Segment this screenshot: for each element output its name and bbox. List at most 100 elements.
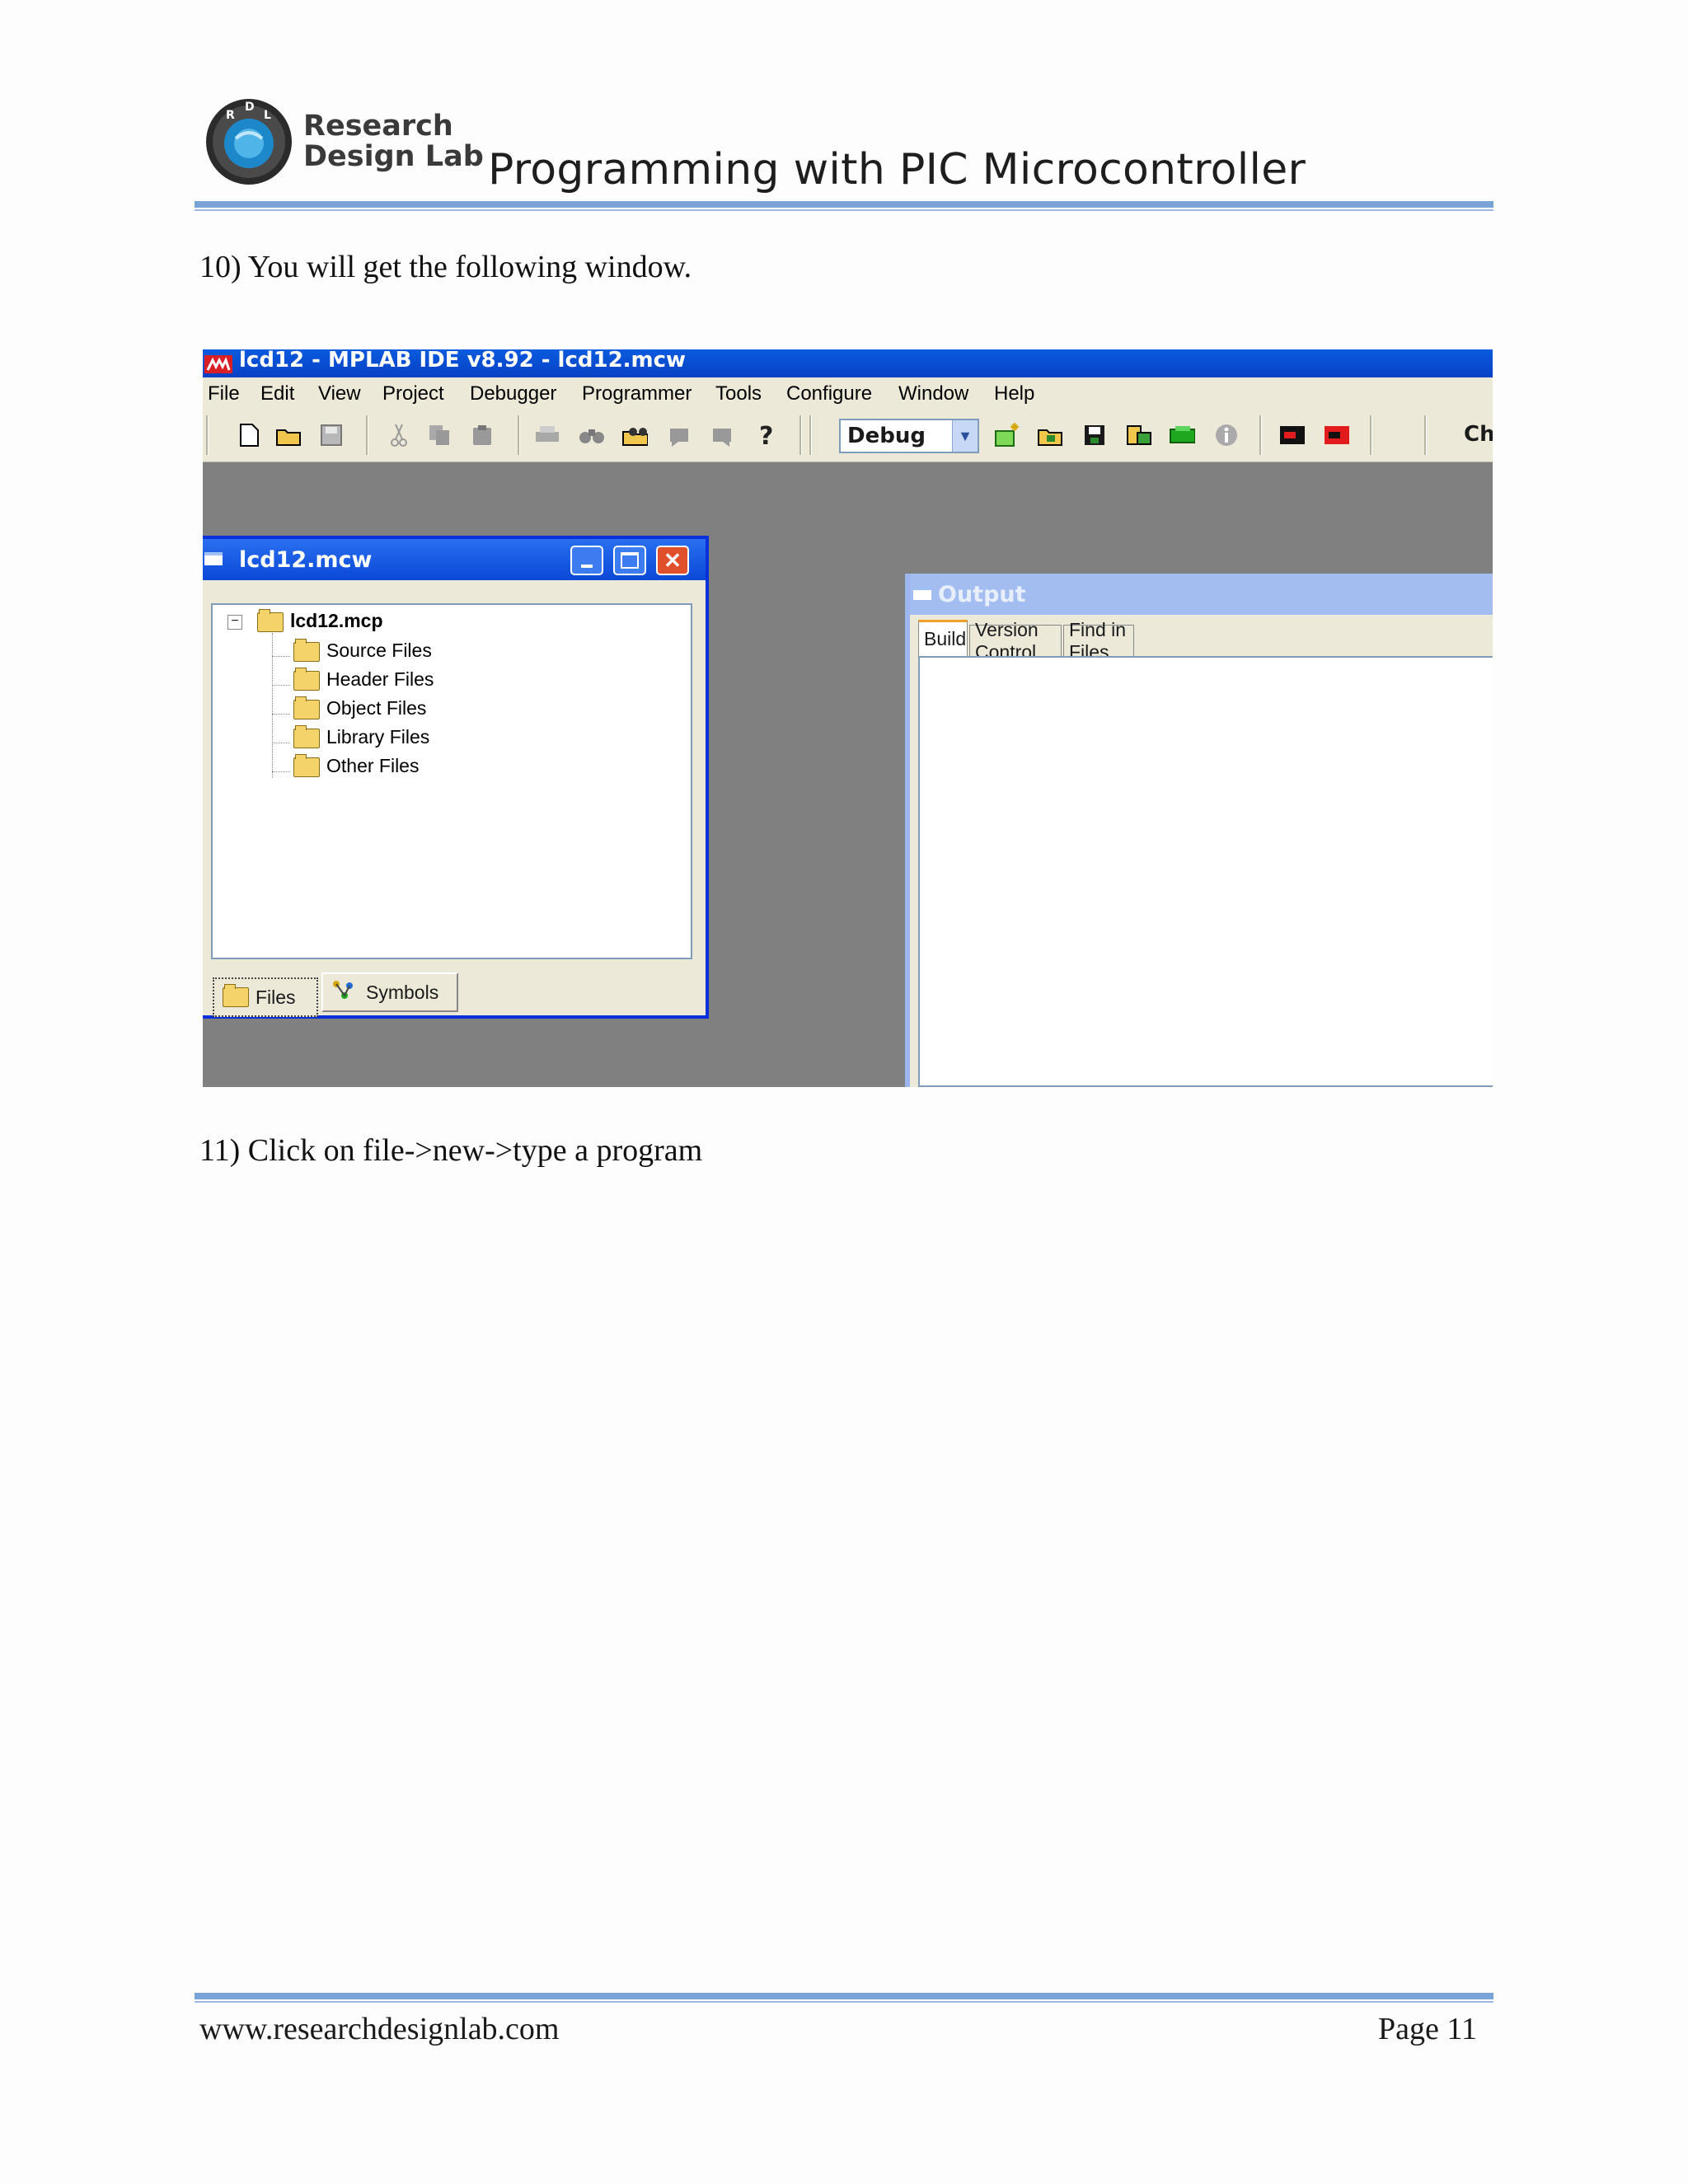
toolbar-separator	[1370, 415, 1372, 455]
tree-item-object-files[interactable]: Object Files	[293, 696, 427, 719]
toolbar-separator	[1259, 415, 1262, 455]
mplab-screenshot: lcd12 - MPLAB IDE v8.92 - lcd12.mcw File…	[203, 349, 1493, 1087]
toolbar-grip	[809, 415, 812, 455]
close-icon: ✕	[663, 547, 682, 573]
toolbar-separator	[799, 415, 802, 455]
tab-version-control[interactable]: Version Control	[969, 619, 1062, 663]
folder-icon	[293, 753, 320, 777]
svg-text:L: L	[264, 109, 271, 122]
footer-rule-thin	[195, 2001, 1493, 2003]
device-red-icon[interactable]	[1279, 422, 1306, 448]
menu-tools[interactable]: Tools	[715, 382, 762, 405]
document-title: Programming with PIC Microcontroller	[488, 145, 1306, 194]
app-title: lcd12 - MPLAB IDE v8.92 - lcd12.mcw	[239, 349, 687, 373]
tree-item-library-files[interactable]: Library Files	[293, 724, 430, 748]
toolbar: ? Debug ▼ Ch	[203, 410, 1493, 462]
toolbar-separator	[366, 415, 368, 455]
tree-item-label: Header Files	[326, 668, 434, 690]
folder-icon	[293, 638, 320, 662]
device-red-2-icon[interactable]	[1324, 422, 1350, 448]
tree-project-node[interactable]: lcd12.mcp	[257, 608, 383, 632]
collapse-icon[interactable]: −	[227, 615, 242, 630]
toolbar-truncated-label[interactable]: Ch	[1464, 422, 1493, 447]
folder-icon	[223, 984, 249, 1007]
tree-project-label: lcd12.mcp	[290, 610, 383, 631]
tab-build-label: Build	[924, 628, 967, 649]
folder-icon	[293, 724, 320, 748]
cut-icon[interactable]	[386, 422, 412, 448]
open-project-icon[interactable]	[1037, 422, 1063, 448]
info-icon[interactable]	[1213, 422, 1240, 448]
chevron-down-icon[interactable]: ▼	[952, 420, 978, 452]
menu-project[interactable]: Project	[382, 382, 444, 405]
menu-view[interactable]: View	[318, 382, 361, 405]
tree-line	[272, 633, 273, 778]
tab-build[interactable]: Build	[918, 620, 968, 656]
window-icon	[913, 587, 931, 600]
menu-edit[interactable]: Edit	[260, 382, 294, 405]
svg-text:R: R	[226, 109, 235, 122]
menu-help[interactable]: Help	[994, 382, 1034, 405]
toolbar-separator	[1424, 415, 1427, 455]
find-icon[interactable]	[579, 422, 605, 448]
tab-files-label: Files	[256, 986, 296, 1008]
paste-icon[interactable]	[470, 422, 496, 448]
app-title-bar: lcd12 - MPLAB IDE v8.92 - lcd12.mcw	[203, 349, 1493, 377]
output-pane[interactable]	[918, 656, 1493, 1087]
back-icon[interactable]	[666, 422, 692, 448]
tree-line	[272, 656, 290, 657]
header-rule-thin	[195, 209, 1493, 211]
forward-icon[interactable]	[709, 422, 735, 448]
window-icon	[204, 552, 223, 565]
help-icon[interactable]: ?	[753, 422, 780, 448]
tab-find-in-files[interactable]: Find in Files	[1063, 619, 1134, 663]
rdl-logo: R D L	[204, 97, 293, 186]
menu-debugger[interactable]: Debugger	[470, 382, 556, 405]
project-window-title-bar[interactable]: lcd12.mcw ✕	[203, 539, 706, 580]
close-button[interactable]: ✕	[656, 546, 689, 575]
new-file-icon[interactable]	[236, 422, 262, 448]
project-window-title: lcd12.mcw	[239, 547, 373, 573]
print-icon[interactable]	[534, 422, 560, 448]
tab-symbols[interactable]: Symbols	[321, 972, 458, 1012]
copy-icon[interactable]	[427, 422, 453, 448]
build-icon[interactable]	[1169, 422, 1195, 448]
step-11-text: 11) Click on file->new->type a program	[199, 1133, 703, 1168]
tree-item-label: Other Files	[326, 755, 420, 776]
page-number: Page 11	[1378, 2012, 1477, 2046]
footer-website[interactable]: www.researchdesignlab.com	[199, 2011, 559, 2047]
output-window-title-bar[interactable]: Output	[910, 574, 1493, 615]
open-folder-icon[interactable]	[275, 422, 302, 448]
save-project-icon[interactable]	[1081, 422, 1108, 448]
minimize-icon	[581, 565, 593, 568]
folder-icon	[257, 608, 284, 632]
brand-line-2: Design Lab	[303, 140, 484, 173]
footer-rule	[195, 1993, 1493, 1999]
menu-configure[interactable]: Configure	[786, 382, 872, 405]
project-tree: − lcd12.mcp Source Files Header Files Ob…	[211, 603, 692, 959]
tree-item-source-files[interactable]: Source Files	[293, 638, 432, 662]
tree-line	[272, 714, 290, 715]
svg-text:D: D	[245, 101, 255, 114]
maximize-icon	[621, 552, 639, 569]
tree-item-label: Object Files	[326, 697, 427, 719]
symbols-icon	[331, 979, 359, 1005]
tree-item-other-files[interactable]: Other Files	[293, 753, 420, 777]
menu-window[interactable]: Window	[898, 382, 968, 405]
tab-files[interactable]: Files	[213, 977, 318, 1017]
find-in-files-icon[interactable]	[621, 422, 648, 448]
svg-text:?: ?	[759, 422, 773, 448]
new-project-icon[interactable]	[994, 422, 1020, 448]
build-config-select[interactable]: Debug ▼	[839, 419, 979, 453]
tree-item-label: Source Files	[326, 640, 432, 661]
tree-item-header-files[interactable]: Header Files	[293, 667, 434, 691]
menu-programmer[interactable]: Programmer	[582, 382, 692, 405]
menu-file[interactable]: File	[208, 382, 240, 405]
tab-symbols-label: Symbols	[366, 981, 439, 1003]
tree-item-label: Library Files	[326, 726, 430, 748]
save-icon[interactable]	[318, 422, 345, 448]
maximize-button[interactable]	[613, 546, 646, 575]
minimize-button[interactable]	[570, 546, 603, 575]
project-wizard-icon[interactable]	[1126, 422, 1152, 448]
folder-icon	[293, 696, 320, 719]
